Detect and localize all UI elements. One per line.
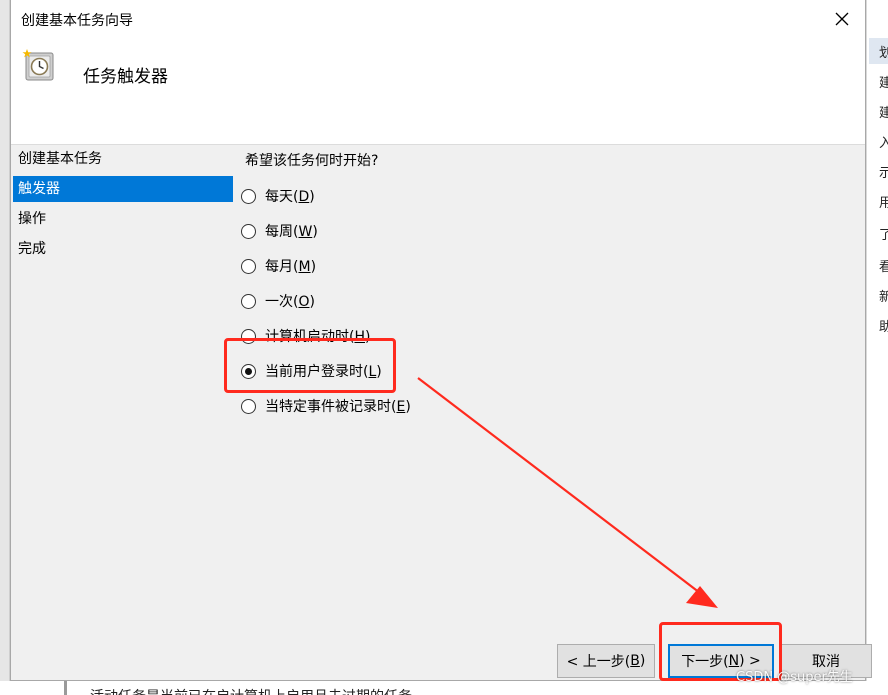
wizard-dialog: 创建基本任务向导 任务触发器 创建基本任务 触发器 操作 完成 希望该任务何时开… [10, 0, 866, 681]
background-border [64, 681, 67, 695]
background-text: 看 [879, 260, 888, 275]
option-label: 每天(D) [265, 189, 315, 205]
background-text: 示 [879, 166, 888, 181]
title-bar: 创建基本任务向导 [11, 0, 865, 38]
background-text: 入 [879, 136, 888, 151]
background-text: 划 [879, 46, 888, 61]
radio-option-event-logged[interactable]: 当特定事件被记录时(E) [241, 395, 411, 417]
wizard-steps-nav: 创建基本任务 触发器 操作 完成 [13, 146, 233, 266]
background-text: 用 [879, 196, 888, 211]
clock-icon [22, 49, 54, 81]
background-text: 了 用 [879, 228, 888, 243]
option-label: 每月(M) [265, 259, 317, 275]
nav-step-create-basic-task[interactable]: 创建基本任务 [13, 146, 233, 172]
close-button[interactable] [819, 0, 865, 38]
background-text: 建 [879, 76, 888, 91]
back-button[interactable]: < 上一步(B) [557, 644, 655, 678]
window-title: 创建基本任务向导 [21, 13, 133, 29]
trigger-question: 希望该任务何时开始? [245, 153, 379, 169]
radio-button[interactable] [241, 293, 256, 309]
radio-button[interactable] [241, 398, 256, 414]
radio-option-weekly[interactable]: 每周(W) [241, 220, 318, 242]
radio-option-once[interactable]: 一次(O) [241, 290, 315, 312]
watermark: CSDN @super先生 [736, 670, 853, 685]
radio-button[interactable] [241, 188, 256, 204]
nav-step-action[interactable]: 操作 [13, 206, 233, 232]
annotation-highlight-box [224, 338, 396, 393]
option-label: 当特定事件被记录时(E) [265, 399, 411, 415]
radio-option-monthly[interactable]: 每月(M) [241, 255, 316, 277]
close-icon [835, 12, 849, 26]
background-text: 助 [879, 320, 888, 335]
background-text: 活动任务是当前已在启计算机上启用且未过期的任务 [90, 686, 412, 695]
radio-button[interactable] [241, 258, 256, 274]
header-divider [11, 144, 865, 145]
option-label: 每周(W) [265, 224, 318, 240]
background-text: 新 [879, 290, 888, 305]
nav-step-finish[interactable]: 完成 [13, 236, 233, 262]
background-text: 建 [879, 106, 888, 121]
background-window-left-strip [0, 0, 10, 681]
nav-step-trigger[interactable]: 触发器 [13, 176, 233, 202]
wizard-header: 任务触发器 [11, 38, 865, 144]
background-window-right-strip: 划 建 建 入 示 用 了 用 看 新 助 [866, 0, 888, 695]
radio-button[interactable] [241, 223, 256, 239]
option-label: 一次(O) [265, 294, 315, 310]
page-title: 任务触发器 [83, 67, 168, 87]
radio-option-daily[interactable]: 每天(D) [241, 185, 315, 207]
